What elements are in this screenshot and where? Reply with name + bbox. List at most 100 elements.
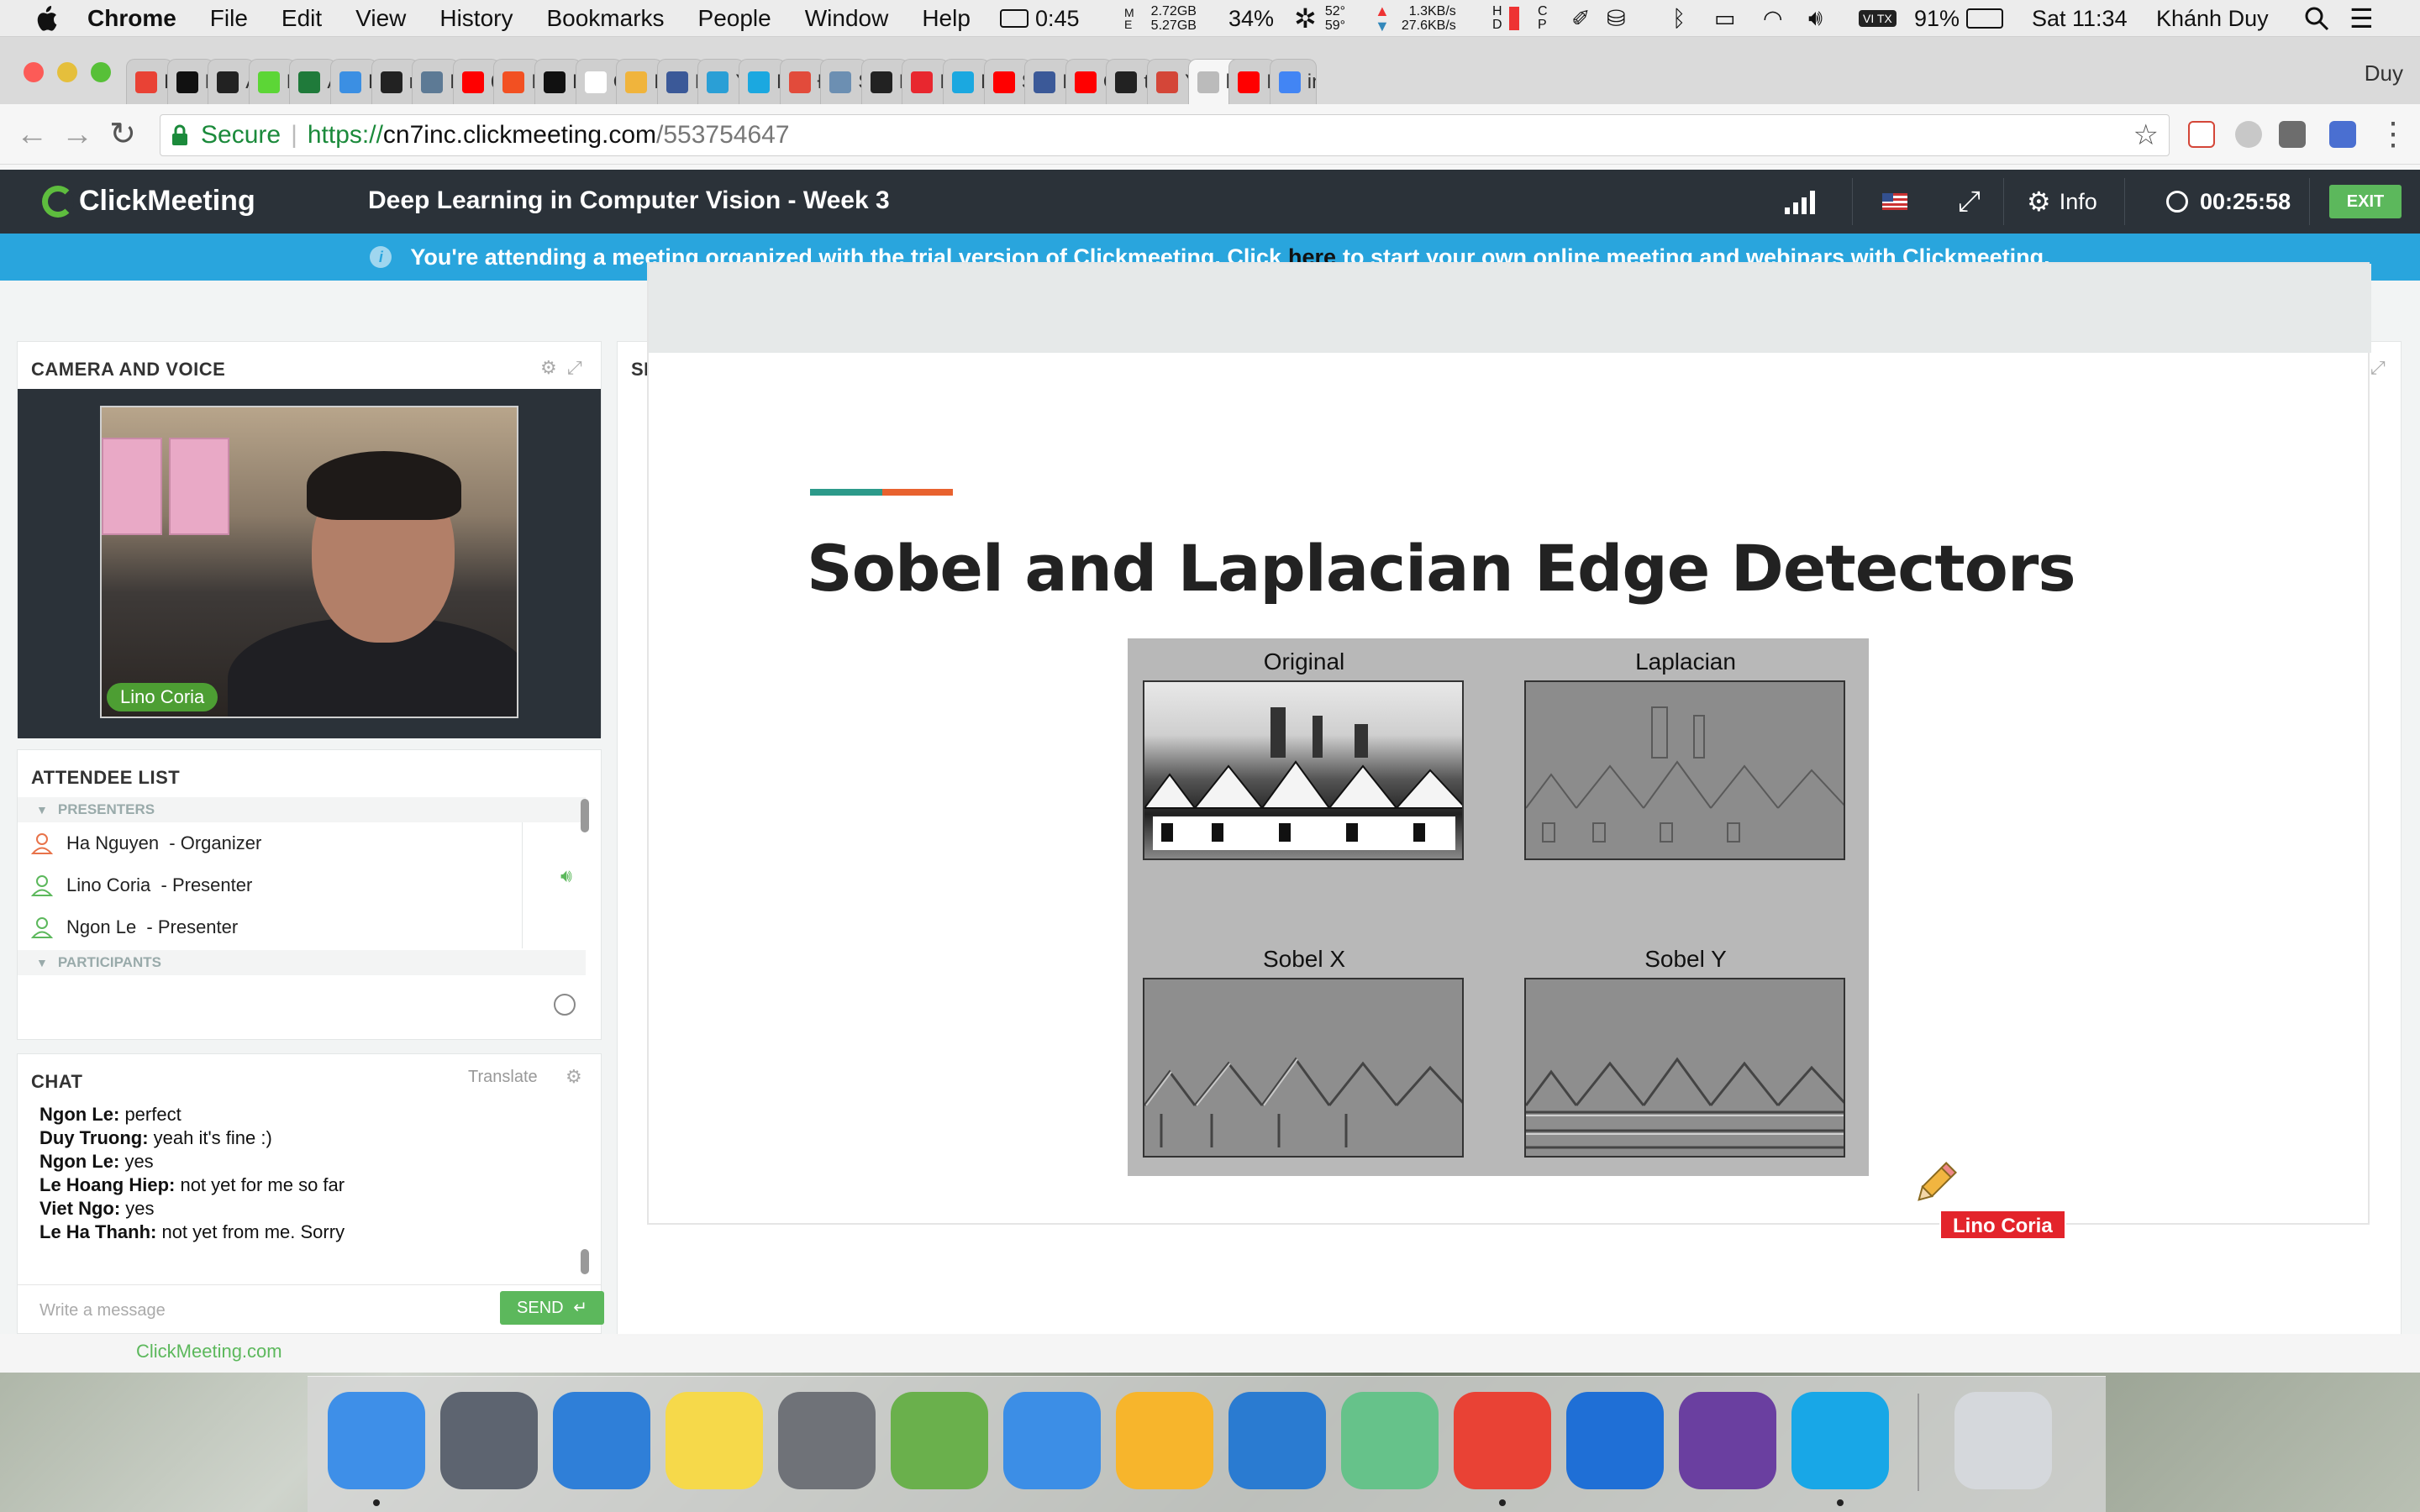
chrome-icon[interactable] xyxy=(1454,1392,1551,1489)
browser-tab[interactable]: 6 xyxy=(452,59,500,104)
browser-tab[interactable]: R xyxy=(166,59,214,104)
menu-help[interactable]: Help xyxy=(922,5,971,32)
gpu-status[interactable]: CP xyxy=(1538,0,1548,37)
menu-file[interactable]: File xyxy=(210,5,248,32)
browser-tab[interactable]: in xyxy=(1269,59,1317,104)
back-button[interactable]: ← xyxy=(13,116,50,153)
browser-tab[interactable]: M xyxy=(943,59,990,104)
menu-window[interactable]: Window xyxy=(805,5,889,32)
spotlight-status[interactable] xyxy=(2304,0,2329,37)
browser-tab[interactable]: D xyxy=(126,59,173,104)
browser-tab[interactable]: D xyxy=(412,59,460,104)
menu-app-chrome[interactable]: Chrome xyxy=(87,5,176,32)
profile-button[interactable]: Duy xyxy=(2365,60,2403,87)
xcode-icon[interactable] xyxy=(1003,1392,1101,1489)
browser-tab[interactable]: S xyxy=(820,59,868,104)
disk-status[interactable]: HD xyxy=(1492,0,1519,37)
user-account[interactable]: Khánh Duy xyxy=(2156,0,2269,37)
browser-tab[interactable]: M xyxy=(616,59,664,104)
cpu-status[interactable]: 34% xyxy=(1228,0,1274,37)
menu-people[interactable]: People xyxy=(698,5,771,32)
notification-center-status[interactable]: ☰ xyxy=(2349,0,2374,37)
network-status[interactable]: ▲ ▼ 1.3KB/s 27.6KB/s xyxy=(1375,0,1456,37)
menu-bookmarks[interactable]: Bookmarks xyxy=(546,5,664,32)
battery-status[interactable]: 91% xyxy=(1914,0,2004,37)
zoom-window-button[interactable] xyxy=(91,62,111,82)
minimize-window-button[interactable] xyxy=(57,62,77,82)
attendee-row[interactable]: Lino Coria - Presenter xyxy=(18,864,586,906)
camera-expand-icon[interactable]: ⤢ xyxy=(567,357,582,379)
browser-tab[interactable]: tr xyxy=(1106,59,1154,104)
airplay-status[interactable]: ▭ xyxy=(1714,0,1736,37)
forward-button[interactable]: → xyxy=(59,116,96,153)
powered-by-link[interactable]: ClickMeeting.com xyxy=(136,1341,282,1362)
browser-tab[interactable]: H xyxy=(330,59,377,104)
browser-tab[interactable]: D xyxy=(248,59,296,104)
browser-tab[interactable]: F xyxy=(656,59,704,104)
close-window-button[interactable] xyxy=(24,62,44,82)
participants-group[interactable]: ▼ PARTICIPANTS xyxy=(18,950,586,975)
itunes-icon[interactable] xyxy=(553,1392,650,1489)
browser-tab[interactable]: M xyxy=(902,59,950,104)
menu-view[interactable]: View xyxy=(355,5,406,32)
battery-time-status[interactable]: 0:45 xyxy=(1000,0,1080,37)
browser-tab[interactable]: B xyxy=(493,59,541,104)
notes-icon[interactable] xyxy=(666,1392,763,1489)
finder-icon[interactable] xyxy=(328,1392,425,1489)
send-button[interactable]: SEND ↵ xyxy=(500,1291,604,1325)
browser-tab[interactable]: S xyxy=(983,59,1031,104)
attendee-row[interactable]: Ha Nguyen - Organizer xyxy=(18,822,586,864)
share-expand-icon[interactable]: ⤢ xyxy=(2370,357,2386,379)
emoji-smile-icon[interactable] xyxy=(554,994,576,1016)
browser-tab[interactable]: Đ xyxy=(779,59,827,104)
temperature-status[interactable]: ✲ 52° 59° xyxy=(1294,0,1345,37)
vmware-icon[interactable] xyxy=(1228,1392,1326,1489)
launchpad-icon[interactable] xyxy=(440,1392,538,1489)
connection-quality[interactable] xyxy=(1785,170,1822,234)
browser-tab[interactable]: Y xyxy=(697,59,745,104)
drive-status[interactable]: ⛁ xyxy=(1607,0,1626,37)
language-selector[interactable] xyxy=(1882,170,1907,234)
menu-history[interactable]: History xyxy=(439,5,513,32)
input-source-status[interactable]: VI TX xyxy=(1859,0,1897,37)
exit-button[interactable]: EXIT xyxy=(2329,185,2402,218)
browser-tab[interactable]: L xyxy=(534,59,581,104)
sourcetree-icon[interactable] xyxy=(1566,1392,1664,1489)
lightbulb-extension-icon[interactable] xyxy=(2279,121,2306,148)
address-bar[interactable]: Secure | https:// cn7inc.clickmeeting.co… xyxy=(160,114,2170,156)
browser-tab[interactable]: N xyxy=(860,59,908,104)
menu-edit[interactable]: Edit xyxy=(281,5,322,32)
chat-message-input[interactable]: Write a message xyxy=(39,1301,166,1320)
reload-button[interactable]: ↻ xyxy=(104,116,141,153)
translate-link[interactable]: Translate xyxy=(468,1068,538,1087)
memory-status[interactable]: ME 2.72GB 5.27GB xyxy=(1124,0,1197,37)
browser-tab[interactable]: L xyxy=(1228,59,1276,104)
fullscreen-button[interactable]: ⤢ xyxy=(1958,170,1981,234)
visual-studio-icon[interactable] xyxy=(1679,1392,1776,1489)
atom-icon[interactable] xyxy=(1341,1392,1439,1489)
chat-scrollbar[interactable] xyxy=(581,1249,589,1274)
browser-tab[interactable]: C xyxy=(575,59,623,104)
browser-tab[interactable]: M xyxy=(1024,59,1072,104)
browser-tab[interactable]: rc xyxy=(371,59,418,104)
browser-tab[interactable]: A xyxy=(208,59,255,104)
system-preferences-icon[interactable] xyxy=(778,1392,876,1489)
volume-status[interactable]: 🔊︎ xyxy=(1808,0,1823,37)
gmail-extension-icon[interactable] xyxy=(2188,121,2215,148)
skype-icon[interactable] xyxy=(1791,1392,1889,1489)
bookmark-star-icon[interactable]: ☆ xyxy=(2133,118,2159,152)
browser-tab[interactable]: C xyxy=(1065,59,1113,104)
trash-icon[interactable] xyxy=(1954,1392,2052,1489)
presenters-group[interactable]: ▼ PRESENTERS xyxy=(18,797,586,822)
attendee-row[interactable]: Ngon Le - Presenter xyxy=(18,906,586,948)
presenter-video[interactable]: Lino Coria xyxy=(100,406,518,718)
wifi-status[interactable]: ◠ xyxy=(1763,0,1783,37)
d-extension-icon[interactable] xyxy=(2329,121,2356,148)
apple-icon[interactable] xyxy=(34,4,59,33)
chat-settings-icon[interactable]: ⚙ xyxy=(566,1066,582,1088)
clock[interactable]: Sat 11:34 xyxy=(2032,0,2128,37)
info-button[interactable]: ⚙ Info xyxy=(2027,170,2097,234)
android-studio-icon[interactable] xyxy=(891,1392,988,1489)
extension-dot-icon[interactable] xyxy=(2235,121,2262,148)
pen-status[interactable]: ✐ xyxy=(1571,0,1591,37)
